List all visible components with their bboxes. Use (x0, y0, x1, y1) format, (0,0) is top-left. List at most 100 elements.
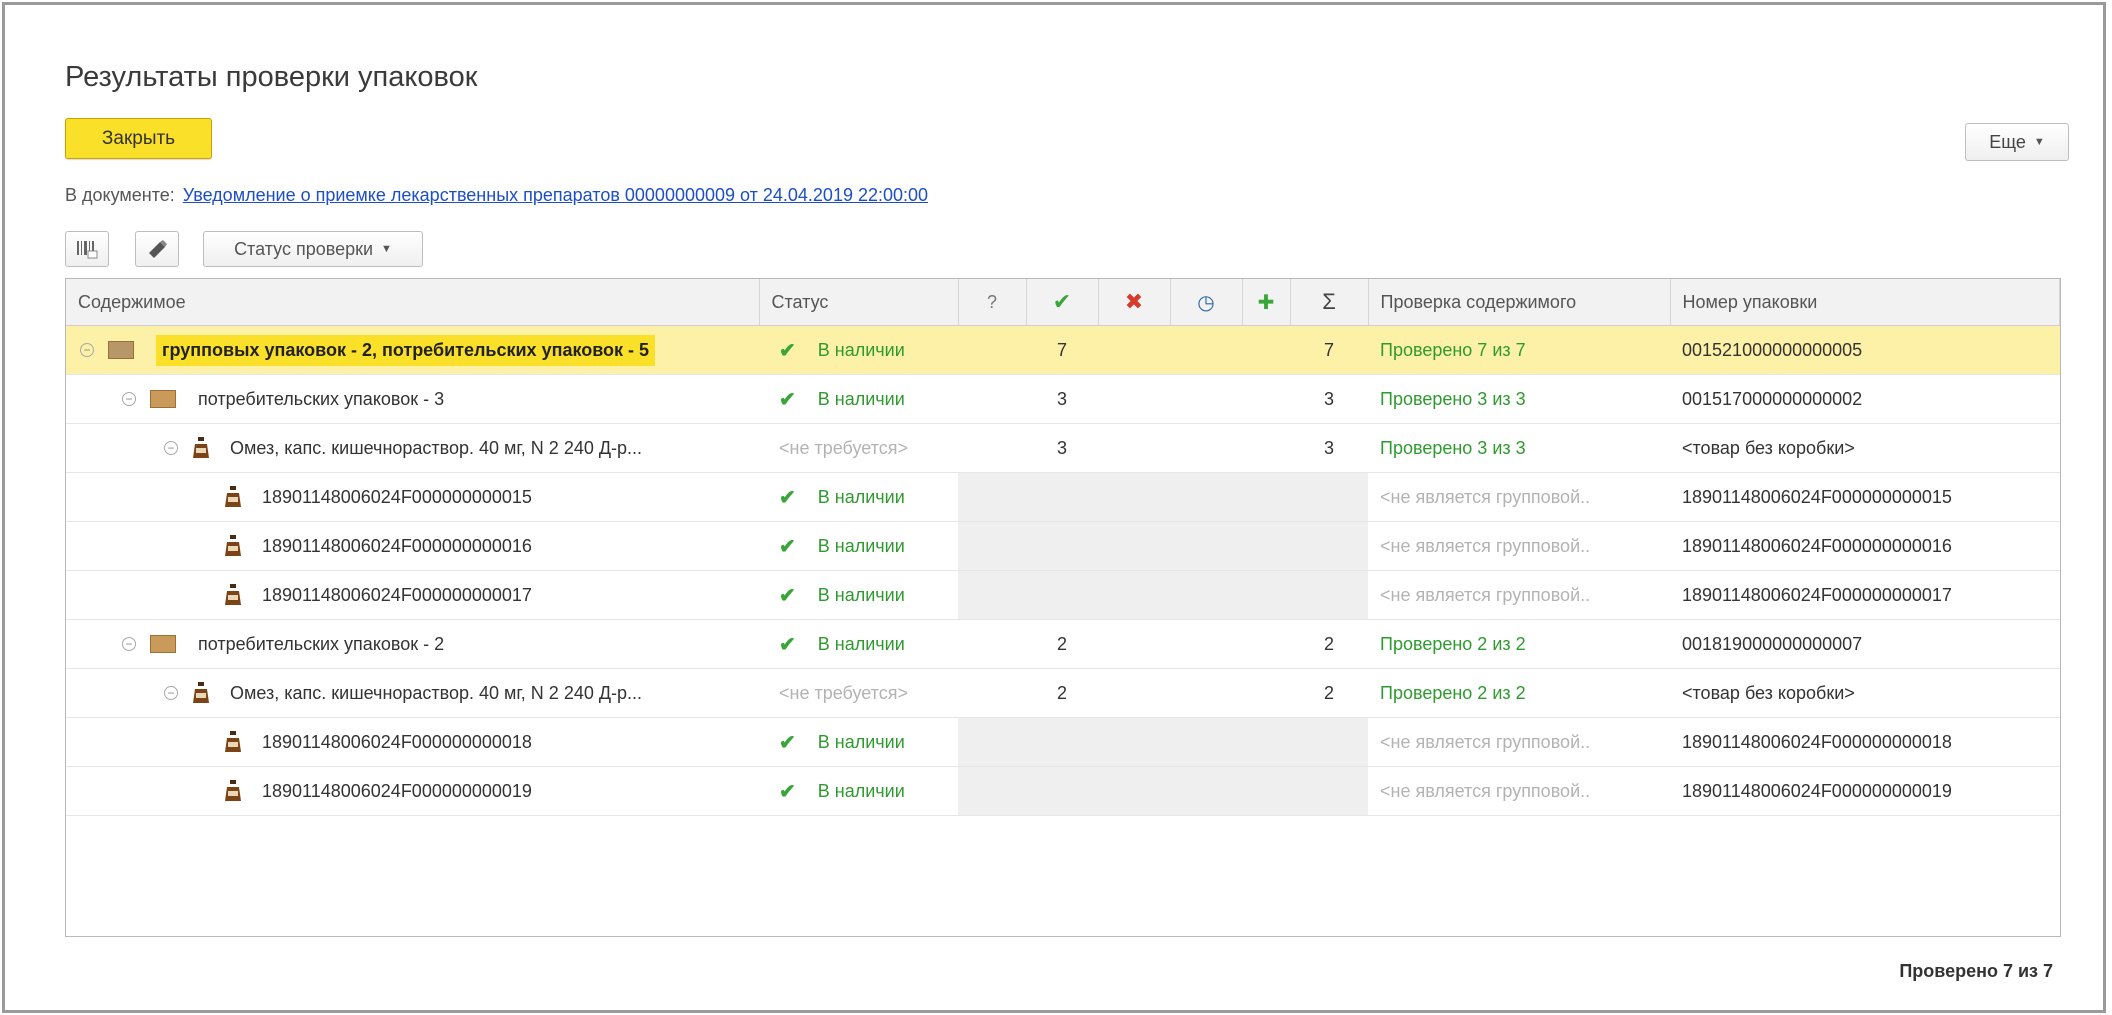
row-content-check: <не является групповой.. (1368, 521, 1670, 571)
check-icon: ✔ (779, 633, 796, 656)
row-package-number: 18901148006024F000000000017 (1670, 570, 2060, 620)
row-status: В наличии (817, 584, 905, 605)
row-found-count: 7 (1026, 325, 1098, 375)
row-status: В наличии (817, 535, 905, 556)
row-package-number: 001819000000000007 (1670, 619, 2060, 669)
collapse-toggle-icon[interactable]: − (164, 441, 178, 455)
more-button[interactable]: Еще ▼ (1965, 123, 2069, 161)
row-total-count: 3 (1290, 374, 1368, 424)
page-title: Результаты проверки упаковок (65, 61, 478, 93)
table-row[interactable]: − Омез, капс. кишечнораствор. 40 мг, N 2… (66, 668, 2060, 718)
collapse-toggle-icon[interactable]: − (122, 637, 136, 651)
medicine-bottle-icon (225, 584, 241, 605)
row-status: В наличии (817, 633, 905, 654)
row-content-check: Проверено 2 из 2 (1368, 619, 1670, 669)
row-content-check: <не является групповой.. (1368, 717, 1670, 767)
check-icon: ✔ (779, 584, 796, 607)
col-status[interactable]: Статус (759, 279, 959, 326)
more-button-label: Еще (1989, 131, 2026, 152)
row-content: 18901148006024F000000000018 (262, 731, 532, 752)
row-found-count: 2 (1026, 668, 1098, 718)
row-status: В наличии (817, 388, 905, 409)
row-package-number: 18901148006024F000000000015 (1670, 472, 2060, 522)
col-content[interactable]: Содержимое (66, 279, 760, 326)
row-status: В наличии (817, 780, 905, 801)
col-total-sum-icon[interactable]: Σ (1290, 279, 1369, 326)
table-row[interactable]: − потребительских упаковок - 2 ✔ В наличи… (66, 619, 2060, 669)
close-button[interactable]: Закрыть (65, 118, 212, 159)
row-package-number: 18901148006024F000000000018 (1670, 717, 2060, 767)
consumer-package-icon (150, 635, 176, 653)
row-content: 18901148006024F000000000019 (262, 780, 532, 801)
check-icon: ✔ (779, 339, 796, 362)
table-row[interactable]: − потребительских упаковок - 3 ✔ В наличи… (66, 374, 2060, 424)
status-filter-button[interactable]: Статус проверки ▼ (203, 231, 423, 267)
medicine-bottle-icon (225, 780, 241, 801)
collapse-toggle-icon[interactable]: − (80, 343, 94, 357)
col-pending-clock-icon[interactable]: ◷ (1170, 279, 1243, 326)
table-row[interactable]: − Омез, капс. кишечнораствор. 40 мг, N 2… (66, 423, 2060, 473)
barcode-icon (77, 241, 98, 259)
medicine-bottle-icon (193, 437, 209, 458)
scanner-icon (149, 240, 167, 258)
row-package-number: 18901148006024F000000000019 (1670, 766, 2060, 816)
table-row[interactable]: − групповых упаковок - 2, потребительски… (66, 325, 2060, 375)
document-link[interactable]: Уведомление о приемке лекарственных преп… (183, 185, 928, 205)
row-content-check: <не является групповой.. (1368, 766, 1670, 816)
table-row[interactable]: 18901148006024F000000000016 ✔ В наличии <… (66, 521, 2060, 571)
row-total-count: 2 (1290, 668, 1368, 718)
row-content: потребительских упаковок - 3 (198, 388, 445, 409)
table-header: Содержимое Статус ? ✔ ✖ ◷ ✚ Σ Проверка с… (66, 279, 2060, 326)
table-row[interactable]: 18901148006024F000000000018 ✔ В наличии <… (66, 717, 2060, 767)
row-content: групповых упаковок - 2, потребительских … (156, 334, 656, 366)
document-prefix: В документе: (65, 185, 175, 205)
check-icon: ✔ (779, 535, 796, 558)
medicine-bottle-icon (193, 682, 209, 703)
consumer-package-icon (150, 390, 176, 408)
medicine-bottle-icon (225, 535, 241, 556)
row-content-check: Проверено 3 из 3 (1368, 423, 1670, 473)
row-found-count: 3 (1026, 374, 1098, 424)
col-found-check-icon[interactable]: ✔ (1026, 279, 1099, 326)
col-content-check[interactable]: Проверка содержимого (1368, 279, 1671, 326)
row-total-count: 3 (1290, 423, 1368, 473)
row-total-count: 2 (1290, 619, 1368, 669)
row-found-count: 2 (1026, 619, 1098, 669)
scanner-button[interactable] (135, 231, 179, 267)
row-content: 18901148006024F000000000016 (262, 535, 532, 556)
table-row[interactable]: 18901148006024F000000000017 ✔ В наличии <… (66, 570, 2060, 620)
row-package-number: <товар без коробки> (1670, 668, 2060, 718)
col-package-number[interactable]: Номер упаковки (1670, 279, 2060, 326)
row-status: <не требуется> (759, 423, 958, 473)
chevron-down-icon: ▼ (2033, 136, 2045, 148)
check-icon: ✔ (779, 731, 796, 754)
check-icon: ✔ (779, 486, 796, 509)
row-status: В наличии (817, 339, 905, 360)
row-content-check: <не является групповой.. (1368, 570, 1670, 620)
medicine-bottle-icon (225, 486, 241, 507)
collapse-toggle-icon[interactable]: − (164, 686, 178, 700)
row-package-number: 18901148006024F000000000016 (1670, 521, 2060, 571)
chevron-down-icon: ▼ (381, 243, 392, 255)
document-line: В документе: Уведомление о приемке лекарс… (65, 185, 928, 206)
table-row[interactable]: 18901148006024F000000000019 ✔ В наличии <… (66, 766, 2060, 816)
check-icon: ✔ (779, 388, 796, 411)
col-extra-plus-icon[interactable]: ✚ (1242, 279, 1291, 326)
status-filter-label: Статус проверки (234, 238, 374, 259)
check-summary: Проверено 7 из 7 (1899, 961, 2053, 981)
form-window: Результаты проверки упаковок Закрыть Еще… (2, 2, 2106, 1013)
table-row[interactable]: 18901148006024F000000000015 ✔ В наличии <… (66, 472, 2060, 522)
row-content-check: Проверено 3 из 3 (1368, 374, 1670, 424)
row-package-number: 001521000000000005 (1670, 325, 2060, 375)
row-content: Омез, капс. кишечнораствор. 40 мг, N 2 2… (230, 682, 643, 703)
collapse-toggle-icon[interactable]: − (122, 392, 136, 406)
barcode-scan-button[interactable] (65, 231, 109, 267)
row-status: <не требуется> (759, 668, 958, 718)
row-package-number: 001517000000000002 (1670, 374, 2060, 424)
col-missing-cross-icon[interactable]: ✖ (1098, 279, 1171, 326)
row-content: Омез, капс. кишечнораствор. 40 мг, N 2 2… (230, 437, 643, 458)
packages-table[interactable]: Содержимое Статус ? ✔ ✖ ◷ ✚ Σ Проверка с… (65, 278, 2061, 937)
col-unknown[interactable]: ? (958, 279, 1027, 326)
row-content-check: <не является групповой.. (1368, 472, 1670, 522)
row-package-number: <товар без коробки> (1670, 423, 2060, 473)
